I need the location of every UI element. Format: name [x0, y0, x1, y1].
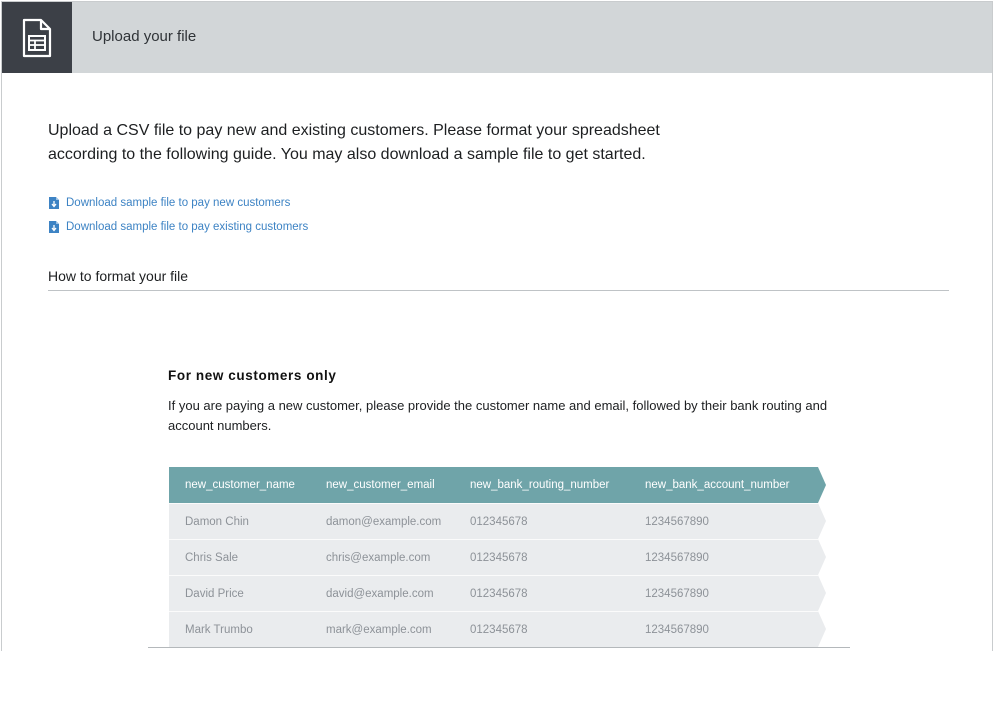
- download-existing-customers-label: Download sample file to pay existing cus…: [66, 221, 309, 233]
- table-row: Damon Chin damon@example.com 012345678 1…: [169, 503, 826, 539]
- table-cell: 1234567890: [645, 587, 709, 600]
- table-row: Mark Trumbo mark@example.com 012345678 1…: [169, 611, 826, 647]
- format-section-title: How to format your file: [48, 268, 189, 284]
- download-file-icon: [49, 221, 59, 233]
- column-header: new_customer_email: [326, 479, 435, 491]
- intro-text: Upload a CSV file to pay new and existin…: [48, 122, 660, 163]
- table-row: Chris Sale chris@example.com 012345678 1…: [169, 539, 826, 575]
- table-cell: 1234567890: [645, 551, 709, 564]
- format-table: new_customer_name new_customer_email new…: [169, 467, 826, 647]
- upload-panel: Upload your file Upload a CSV file to pa…: [1, 1, 993, 651]
- table-cell: 012345678: [470, 551, 528, 564]
- table-cell: 1234567890: [645, 515, 709, 528]
- table-bottom-divider: [148, 647, 850, 648]
- section-divider: [48, 290, 949, 291]
- table-cell: 012345678: [470, 623, 528, 636]
- column-header: new_customer_name: [185, 479, 295, 491]
- table-header-row: new_customer_name new_customer_email new…: [169, 467, 826, 503]
- table-cell: David Price: [185, 587, 244, 600]
- header-icon-box: [2, 2, 72, 73]
- table-cell: Chris Sale: [185, 551, 239, 564]
- download-existing-customers-link[interactable]: Download sample file to pay existing cus…: [48, 220, 308, 234]
- table-cell: 012345678: [470, 515, 528, 528]
- download-new-customers-label: Download sample file to pay new customer…: [66, 197, 291, 209]
- new-customers-description: If you are paying a new customer, please…: [168, 398, 828, 433]
- table-cell: mark@example.com: [326, 623, 432, 636]
- table-cell: 012345678: [470, 587, 528, 600]
- table-cell: chris@example.com: [326, 551, 431, 564]
- page-title: Upload your file: [92, 28, 197, 45]
- column-header: new_bank_routing_number: [470, 479, 610, 491]
- new-customers-heading: For new customers only: [168, 368, 337, 383]
- column-header: new_bank_account_number: [645, 479, 790, 491]
- table-cell: Damon Chin: [185, 515, 249, 528]
- table-cell: david@example.com: [326, 587, 434, 600]
- table-row: David Price david@example.com 012345678 …: [169, 575, 826, 611]
- spreadsheet-icon: [22, 18, 52, 58]
- page-header: Upload your file: [2, 2, 992, 73]
- download-new-customers-link[interactable]: Download sample file to pay new customer…: [48, 196, 290, 210]
- download-file-icon: [49, 197, 59, 209]
- table-cell: damon@example.com: [326, 515, 442, 528]
- table-cell: Mark Trumbo: [185, 623, 253, 636]
- table-cell: 1234567890: [645, 623, 709, 636]
